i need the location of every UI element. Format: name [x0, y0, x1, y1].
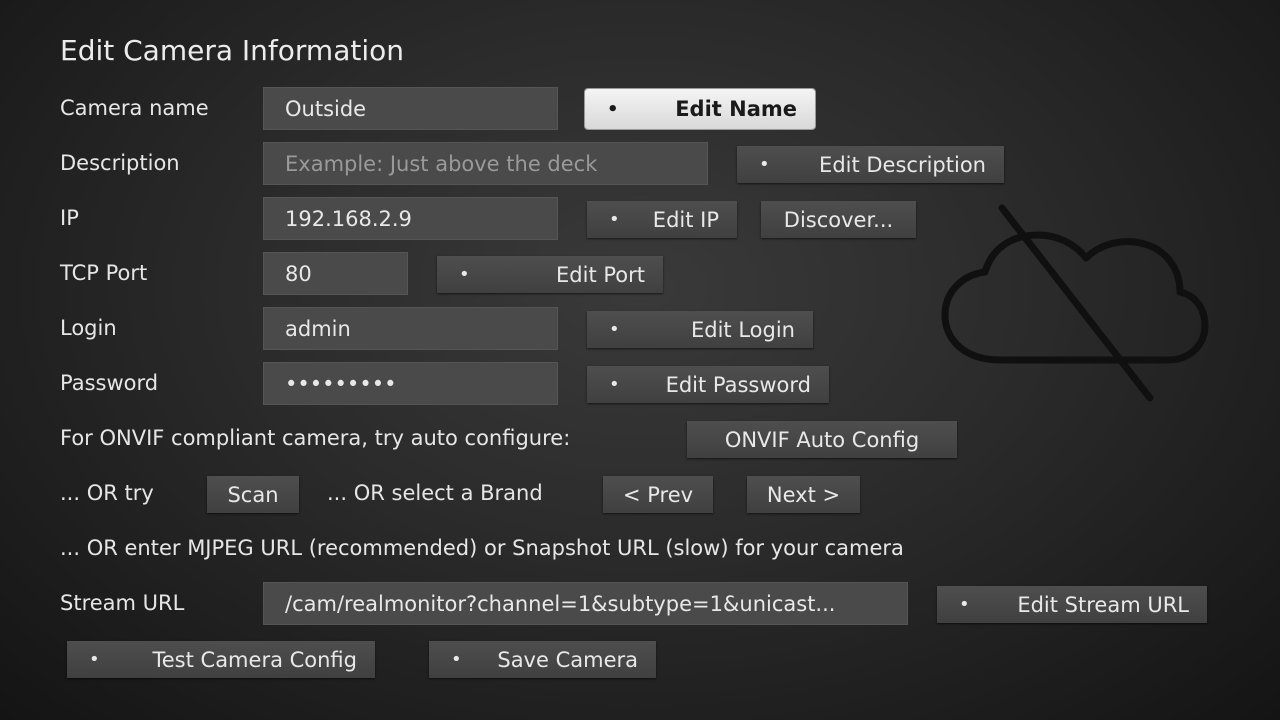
onvif-auto-config-button[interactable]: ONVIF Auto Config — [687, 421, 957, 458]
password-label: Password — [60, 371, 159, 395]
prev-brand-button[interactable]: < Prev — [603, 476, 713, 513]
edit-stream-url-button[interactable]: • Edit Stream URL — [937, 586, 1207, 623]
description-field[interactable]: Example: Just above the deck — [263, 142, 708, 185]
ip-field[interactable]: 192.168.2.9 — [263, 197, 558, 240]
test-camera-config-button[interactable]: • Test Camera Config — [67, 641, 375, 678]
edit-password-label: Edit Password — [665, 372, 811, 397]
bullet-icon: • — [609, 374, 620, 395]
tcp-port-field[interactable]: 80 — [263, 252, 408, 295]
edit-port-label: Edit Port — [556, 262, 645, 287]
login-label: Login — [60, 316, 117, 340]
bullet-icon: • — [451, 649, 462, 670]
bullet-icon: • — [89, 649, 100, 670]
tcp-port-label: TCP Port — [60, 261, 148, 285]
edit-description-label: Edit Description — [819, 152, 986, 177]
edit-name-label: Edit Name — [675, 97, 797, 121]
bullet-icon: • — [759, 154, 770, 175]
login-field[interactable]: admin — [263, 307, 558, 350]
password-field[interactable]: ••••••••• — [263, 362, 558, 405]
test-camera-config-label: Test Camera Config — [152, 647, 358, 672]
or-try-label: ... OR try — [60, 481, 154, 505]
camera-name-field[interactable]: Outside — [263, 87, 558, 130]
edit-password-button[interactable]: • Edit Password — [587, 366, 829, 403]
onvif-hint: For ONVIF compliant camera, try auto con… — [60, 426, 571, 450]
edit-description-button[interactable]: • Edit Description — [737, 146, 1004, 183]
stream-url-label: Stream URL — [60, 591, 185, 615]
save-camera-button[interactable]: • Save Camera — [429, 641, 656, 678]
mjpeg-hint: ... OR enter MJPEG URL (recommended) or … — [60, 536, 904, 560]
edit-stream-url-label: Edit Stream URL — [1017, 592, 1189, 617]
bullet-icon: • — [607, 98, 619, 120]
bullet-icon: • — [959, 594, 970, 615]
edit-name-button[interactable]: • Edit Name — [585, 89, 815, 129]
edit-login-label: Edit Login — [691, 317, 795, 342]
next-brand-button[interactable]: Next > — [747, 476, 860, 513]
discover-button[interactable]: Discover... — [761, 201, 916, 238]
scan-button[interactable]: Scan — [207, 476, 299, 513]
edit-ip-label: Edit IP — [652, 207, 719, 232]
cloud-off-icon — [941, 204, 1209, 402]
bullet-icon: • — [459, 264, 470, 285]
save-camera-label: Save Camera — [497, 647, 638, 672]
select-brand-label: ... OR select a Brand — [327, 481, 543, 505]
edit-ip-button[interactable]: • Edit IP — [587, 201, 737, 238]
edit-port-button[interactable]: • Edit Port — [437, 256, 663, 293]
bullet-icon: • — [609, 319, 620, 340]
page-title: Edit Camera Information — [60, 34, 404, 67]
bullet-icon: • — [609, 209, 620, 230]
stream-url-field[interactable]: /cam/realmonitor?channel=1&subtype=1&uni… — [263, 582, 908, 625]
description-label: Description — [60, 151, 180, 175]
ip-label: IP — [60, 206, 79, 230]
edit-login-button[interactable]: • Edit Login — [587, 311, 813, 348]
camera-name-label: Camera name — [60, 96, 209, 120]
